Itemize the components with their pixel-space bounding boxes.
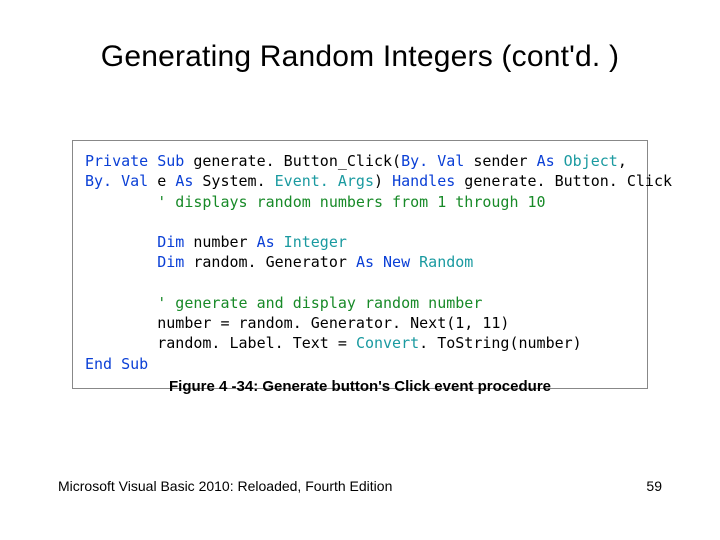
code-text: e bbox=[148, 172, 175, 190]
code-keyword: Handles bbox=[392, 172, 455, 190]
code-keyword: As bbox=[537, 152, 555, 170]
slide: Generating Random Integers (cont'd. ) Pr… bbox=[0, 0, 720, 540]
code-text: generate. Button_Click( bbox=[184, 152, 401, 170]
code-text: , bbox=[618, 152, 627, 170]
slide-title: Generating Random Integers (cont'd. ) bbox=[0, 40, 720, 74]
code-text: System. bbox=[193, 172, 265, 190]
code-type: Object bbox=[555, 152, 618, 170]
code-text: number = random. Generator. Next(1, 11) bbox=[157, 314, 509, 332]
page-number: 59 bbox=[646, 478, 662, 494]
code-type: Integer bbox=[275, 233, 347, 251]
footer-text: Microsoft Visual Basic 2010: Reloaded, F… bbox=[58, 478, 392, 494]
code-keyword: End Sub bbox=[85, 355, 148, 373]
code-type: Random bbox=[410, 253, 473, 271]
code-text: generate. Button. Click bbox=[455, 172, 672, 190]
code-keyword: As bbox=[257, 233, 275, 251]
code-text: random. Generator bbox=[184, 253, 356, 271]
code-keyword: Dim bbox=[157, 253, 184, 271]
code-text: ) bbox=[374, 172, 392, 190]
code-comment: ' generate and display random number bbox=[157, 294, 482, 312]
code-text: random. Label. Text = bbox=[157, 334, 356, 352]
code-comment: ' displays random numbers from 1 through… bbox=[157, 193, 545, 211]
figure-caption: Figure 4 -34: Generate button's Click ev… bbox=[0, 378, 720, 395]
code-text: . ToString(number) bbox=[419, 334, 582, 352]
code-keyword: By. Val bbox=[401, 152, 464, 170]
code-keyword: Dim bbox=[157, 233, 184, 251]
code-keyword: As New bbox=[356, 253, 410, 271]
code-text: sender bbox=[464, 152, 536, 170]
code-keyword: Private Sub bbox=[85, 152, 184, 170]
code-type: Event. Args bbox=[266, 172, 374, 190]
code-type: Convert bbox=[356, 334, 419, 352]
code-text: number bbox=[184, 233, 256, 251]
code-keyword: As bbox=[175, 172, 193, 190]
code-box: Private Sub generate. Button_Click(By. V… bbox=[72, 140, 648, 389]
code-keyword: By. Val bbox=[85, 172, 148, 190]
